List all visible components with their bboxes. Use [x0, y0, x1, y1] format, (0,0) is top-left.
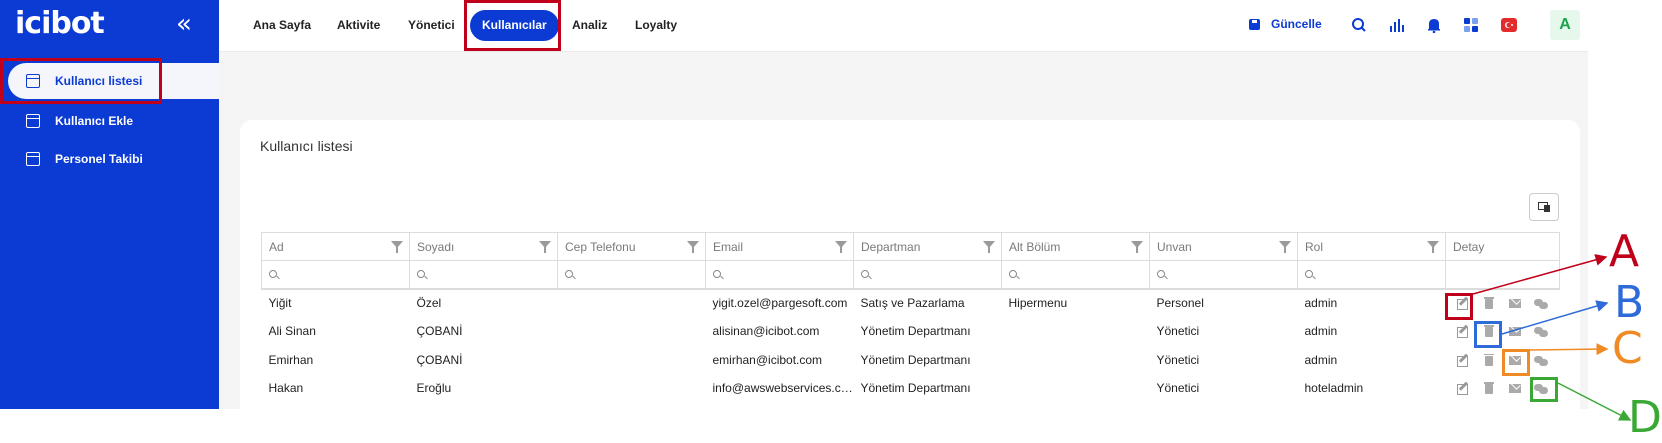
annotation-label-a: A [1609, 226, 1640, 277]
arrow-b [1501, 300, 1609, 335]
arrow-a [1472, 254, 1608, 295]
annotation-label-c: C [1612, 323, 1643, 374]
annotation-label-d: D [1628, 392, 1662, 443]
arrow-d [1557, 382, 1632, 421]
annotation-arrows [1472, 254, 1632, 421]
arrow-c [1529, 343, 1609, 356]
annotation-label-b: B [1614, 277, 1645, 328]
